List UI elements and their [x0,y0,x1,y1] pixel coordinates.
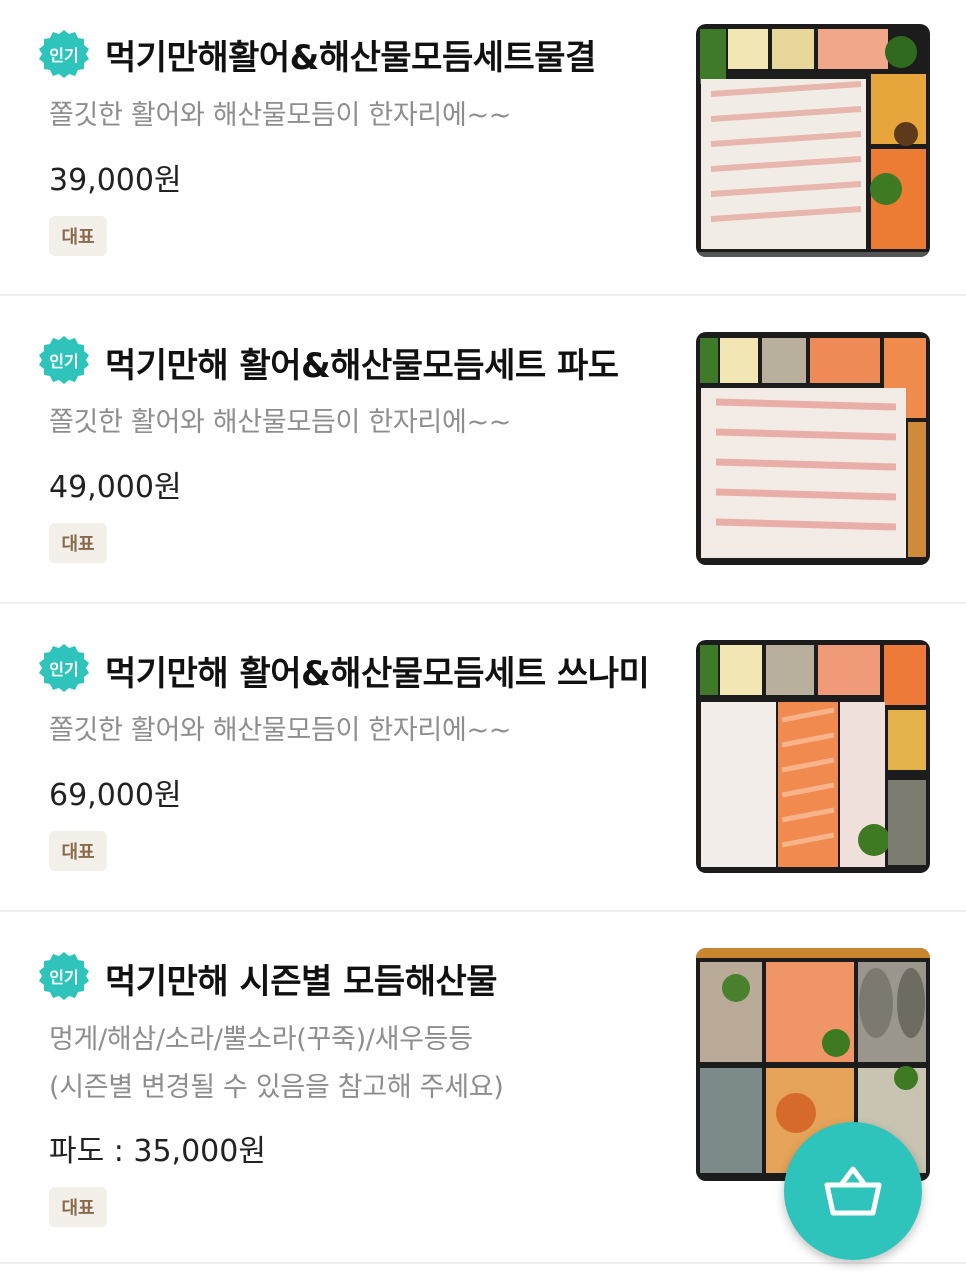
representative-badge: 대표 [49,523,107,563]
popular-badge-label: 인기 [49,968,79,987]
menu-item[interactable]: 인기 먹기만해 활어&해산물모듬세트 쓰나미 쫄깃한 활어와 해산물모듬이 한자… [0,604,966,912]
representative-badge: 대표 [49,216,107,256]
representative-badge: 대표 [49,1187,107,1227]
item-description-note: (시즌별 변경될 수 있음을 참고해 주세요) [49,1072,504,1103]
item-price: 파도 : 35,000원 [49,1134,266,1169]
item-photo[interactable] [696,640,930,873]
item-description: 쫄깃한 활어와 해산물모듬이 한자리에~~ [49,715,512,746]
item-photo[interactable] [696,24,930,257]
item-price: 39,000원 [49,163,182,198]
item-description: 멍게/해삼/소라/뿔소라(꾸죽)/새우등등 [49,1024,473,1055]
item-name: 먹기만해 시즌별 모듬해산물 [105,962,498,1002]
popular-badge-label: 인기 [49,660,79,679]
item-description: 쫄깃한 활어와 해산물모듬이 한자리에~~ [49,407,512,438]
popular-badge-label: 인기 [49,352,79,371]
item-name: 먹기만해활어&해산물모듬세트물결 [105,38,596,78]
popular-badge-label: 인기 [49,46,79,65]
basket-icon [824,1166,882,1216]
popular-badge: 인기 [38,334,90,386]
item-price: 49,000원 [49,470,182,505]
popular-badge: 인기 [38,950,90,1002]
popular-badge: 인기 [38,28,90,80]
item-name: 먹기만해 활어&해산물모듬세트 파도 [105,346,619,386]
item-price: 69,000원 [49,778,182,813]
item-description: 쫄깃한 활어와 해산물모듬이 한자리에~~ [49,100,512,131]
representative-badge: 대표 [49,831,107,871]
cart-button[interactable] [784,1122,922,1260]
popular-badge: 인기 [38,642,90,694]
item-photo[interactable] [696,332,930,565]
menu-item[interactable]: 인기 먹기만해활어&해산물모듬세트물결 쫄깃한 활어와 해산물모듬이 한자리에~… [0,0,966,296]
menu-item[interactable]: 인기 먹기만해 활어&해산물모듬세트 파도 쫄깃한 활어와 해산물모듬이 한자리… [0,296,966,604]
item-name: 먹기만해 활어&해산물모듬세트 쓰나미 [105,654,650,694]
